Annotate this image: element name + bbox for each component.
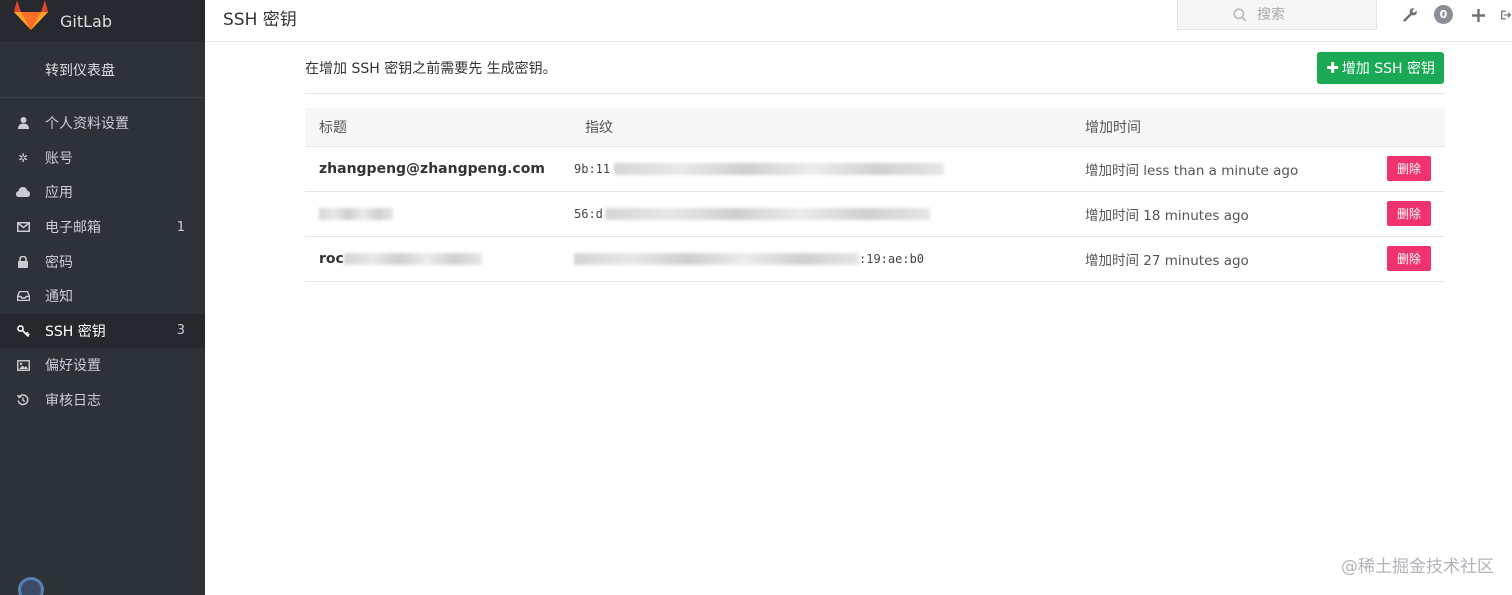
app-name: GitLab — [60, 11, 112, 31]
lock-icon — [16, 255, 30, 269]
redacted-fingerprint — [574, 253, 859, 265]
search-box[interactable] — [1177, 0, 1377, 30]
main-content: 在增加 SSH 密钥之前需要先 生成密钥。 ✚ 增加 SSH 密钥 标题 指纹 … — [305, 42, 1445, 282]
inbox-icon — [16, 289, 30, 303]
sidebar-item-count: 3 — [176, 323, 185, 339]
wrench-icon[interactable] — [1401, 6, 1419, 24]
sidebar-item-label: 电子邮箱 — [45, 220, 101, 237]
sidebar-nav: 个人资料设置 ✲ 账号 应用 电子邮箱 1 密码 通知 SSH 密钥 3 偏好设… — [0, 98, 205, 417]
user-avatar[interactable] — [18, 577, 44, 595]
envelope-icon — [16, 220, 30, 234]
key-added-time: 增加时间 less than a minute ago — [1085, 162, 1299, 179]
image-icon — [16, 358, 30, 372]
sidebar-item-label: SSH 密钥 — [45, 323, 106, 340]
search-icon — [1233, 7, 1247, 22]
sidebar-item-account[interactable]: ✲ 账号 — [0, 141, 205, 176]
brand[interactable]: GitLab — [0, 0, 205, 42]
add-ssh-key-label: 增加 SSH 密钥 — [1341, 60, 1435, 77]
delete-key-button[interactable]: 删除 — [1387, 201, 1431, 226]
key-fingerprint: 56:d — [574, 206, 603, 221]
column-header-added: 增加时间 — [1085, 119, 1141, 136]
sidebar-item-label: 偏好设置 — [45, 358, 101, 375]
key-added-time: 增加时间 18 minutes ago — [1085, 207, 1249, 224]
plus-icon[interactable] — [1469, 6, 1487, 24]
sidebar-item-ssh-keys[interactable]: SSH 密钥 3 — [0, 313, 205, 349]
redacted-fingerprint — [604, 208, 930, 220]
user-icon — [16, 116, 30, 130]
sign-out-icon[interactable] — [1501, 6, 1512, 24]
sidebar-item-notifications[interactable]: 通知 — [0, 279, 205, 314]
go-to-dashboard-link[interactable]: 转到仪表盘 — [0, 42, 205, 98]
key-icon — [16, 324, 30, 338]
sidebar-item-label: 个人资料设置 — [45, 116, 129, 133]
plus-icon: ✚ — [1326, 58, 1339, 77]
redacted-key-title — [343, 252, 482, 265]
watermark: @稀土掘金技术社区 — [1341, 557, 1494, 577]
info-row: 在增加 SSH 密钥之前需要先 生成密钥。 ✚ 增加 SSH 密钥 — [305, 42, 1445, 94]
sidebar-item-audit-log[interactable]: 审核日志 — [0, 383, 205, 418]
sidebar-item-label: 审核日志 — [45, 393, 101, 410]
delete-key-button[interactable]: 删除 — [1387, 246, 1431, 271]
sidebar-item-label: 密码 — [45, 254, 73, 271]
sidebar-item-label: 应用 — [45, 185, 73, 202]
sidebar-item-label: 通知 — [45, 289, 73, 306]
sidebar-item-preferences[interactable]: 偏好设置 — [0, 348, 205, 383]
add-ssh-key-button[interactable]: ✚ 增加 SSH 密钥 — [1317, 51, 1444, 84]
column-header-actions — [1361, 108, 1445, 146]
delete-key-button[interactable]: 删除 — [1387, 156, 1431, 181]
sidebar-item-profile[interactable]: 个人资料设置 — [0, 106, 205, 141]
cloud-icon — [16, 185, 30, 199]
redacted-fingerprint — [614, 163, 945, 175]
column-header-fingerprint: 指纹 — [585, 119, 613, 136]
sidebar-item-emails[interactable]: 电子邮箱 1 — [0, 210, 205, 245]
table-row: zhangpeng@zhangpeng.com 9b:11 增加时间 less … — [305, 145, 1445, 191]
key-added-time: 增加时间 27 minutes ago — [1085, 252, 1249, 269]
sidebar-item-count: 1 — [176, 219, 185, 235]
page-title: SSH 密钥 — [223, 10, 297, 30]
table-row: roc :19:ae:b0 增加时间 27 minutes ago 删除 — [305, 235, 1445, 282]
table-header-row: 标题 指纹 增加时间 — [305, 108, 1445, 146]
search-input[interactable] — [1257, 6, 1367, 23]
key-title-link[interactable]: roc — [319, 251, 344, 267]
sidebar-item-applications[interactable]: 应用 — [0, 175, 205, 210]
key-title-link[interactable]: zhangpeng@zhangpeng.com — [319, 161, 545, 177]
todos-count-badge[interactable]: 0 — [1434, 5, 1453, 24]
sidebar-item-password[interactable]: 密码 — [0, 244, 205, 279]
column-header-title: 标题 — [319, 119, 347, 136]
sidebar: GitLab 转到仪表盘 个人资料设置 ✲ 账号 应用 电子邮箱 1 密码 通知… — [0, 0, 205, 595]
key-fingerprint: :19:ae:b0 — [859, 251, 925, 266]
gitlab-logo-icon — [14, 0, 48, 30]
gear-icon: ✲ — [17, 150, 29, 165]
history-icon — [16, 393, 30, 407]
top-header: SSH 密钥 0 — [205, 0, 1512, 42]
key-fingerprint: 9b:11 — [574, 161, 611, 176]
redacted-key-title — [319, 207, 393, 220]
ssh-keys-table: 标题 指纹 增加时间 zhangpeng@zhangpeng.com 9b:11… — [305, 108, 1445, 282]
table-row: 56:d 增加时间 18 minutes ago 删除 — [305, 190, 1445, 236]
sidebar-item-label: 账号 — [45, 150, 73, 167]
generate-key-hint: 在增加 SSH 密钥之前需要先 生成密钥。 — [305, 60, 557, 77]
